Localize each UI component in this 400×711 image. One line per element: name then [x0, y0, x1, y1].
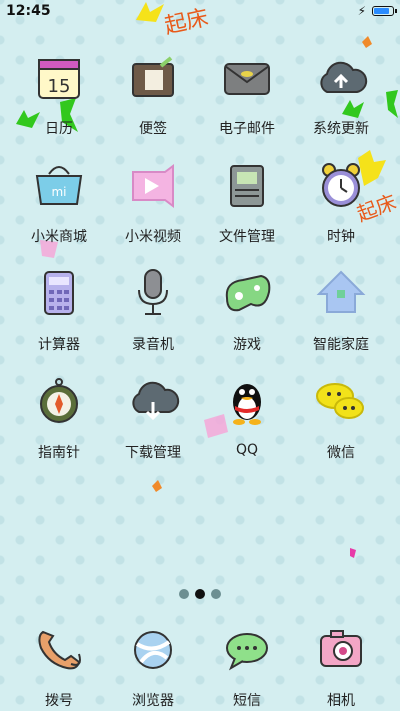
charging-icon: ⚡: [357, 4, 366, 18]
camera-icon: [320, 630, 362, 667]
app-label: 短信: [233, 693, 261, 709]
app-calculator[interactable]: 计算器: [12, 268, 106, 354]
page-dot-current[interactable]: [195, 589, 205, 599]
wallpaper-splash-orange: [152, 480, 162, 492]
calculator-icon: [44, 271, 74, 315]
browser-icon: [134, 631, 172, 669]
battery-icon: [372, 6, 397, 16]
calendar-icon: 15: [38, 59, 80, 99]
app-file-manager[interactable]: 文件管理: [200, 160, 294, 246]
app-label: 微信: [327, 445, 355, 461]
message-icon: [226, 633, 268, 671]
dock-messages[interactable]: 短信: [200, 624, 294, 710]
app-label: 拨号: [45, 693, 73, 709]
download-cloud-icon: [132, 381, 180, 421]
app-games[interactable]: 游戏: [200, 268, 294, 354]
app-label: 时钟: [327, 229, 355, 245]
calendar-date: 15: [48, 76, 71, 97]
smart-home-icon: [316, 270, 366, 313]
app-label: 便签: [139, 121, 167, 137]
notes-icon: [132, 56, 174, 97]
app-label: 系统更新: [313, 121, 369, 137]
shop-bag-icon: mi: [35, 166, 83, 205]
app-label: 浏览器: [132, 693, 174, 709]
status-time: 12:45: [6, 3, 51, 19]
wallpaper-splash-orange: [362, 36, 372, 48]
app-clock[interactable]: 时钟: [294, 160, 388, 246]
page-dot[interactable]: [211, 589, 221, 599]
phone-icon: [38, 630, 81, 670]
dock-phone[interactable]: 拨号: [12, 624, 106, 710]
app-qq[interactable]: QQ: [200, 376, 294, 458]
app-label: 游戏: [233, 337, 261, 353]
app-download-manager[interactable]: 下载管理: [106, 376, 200, 462]
app-label: 小米商城: [31, 229, 87, 245]
app-notes[interactable]: 便签: [106, 52, 200, 138]
app-label: 智能家庭: [313, 337, 369, 353]
wallpaper-splash-magenta: [350, 548, 356, 558]
email-icon: [224, 63, 270, 95]
wallpaper-splash-yellow: [136, 2, 164, 22]
app-label: 日历: [45, 121, 73, 137]
page-dot[interactable]: [179, 589, 189, 599]
app-compass[interactable]: 指南针: [12, 376, 106, 462]
wechat-icon: [316, 383, 364, 419]
gamepad-icon: [225, 274, 271, 312]
qq-penguin-icon: [233, 384, 261, 425]
app-calendar[interactable]: 15 日历: [12, 52, 106, 138]
app-smart-home[interactable]: 智能家庭: [294, 268, 388, 354]
app-label: 指南针: [38, 445, 80, 461]
alarm-clock-icon: [322, 163, 360, 207]
video-icon: [132, 164, 174, 208]
microphone-icon: [138, 269, 168, 315]
update-cloud-icon: [320, 61, 368, 93]
app-mi-store[interactable]: mi 小米商城: [12, 160, 106, 246]
page-indicator[interactable]: [0, 584, 400, 603]
app-label: 相机: [327, 693, 355, 709]
app-label: 计算器: [38, 337, 80, 353]
app-wechat[interactable]: 微信: [294, 376, 388, 462]
dock-browser[interactable]: 浏览器: [106, 624, 200, 710]
app-label: 文件管理: [219, 229, 275, 245]
app-label: 下载管理: [125, 445, 181, 461]
app-label: QQ: [235, 442, 259, 458]
app-email[interactable]: 电子邮件: [200, 52, 294, 138]
compass-icon: [40, 378, 78, 423]
svg-text:mi: mi: [51, 185, 66, 199]
app-label: 小米视频: [125, 229, 181, 245]
app-recorder[interactable]: 录音机: [106, 268, 200, 354]
dock-camera[interactable]: 相机: [294, 624, 388, 710]
app-system-update[interactable]: 系统更新: [294, 52, 388, 138]
app-label: 电子邮件: [219, 121, 275, 137]
app-label: 录音机: [132, 337, 174, 353]
file-manager-icon: [230, 165, 264, 207]
app-mi-video[interactable]: 小米视频: [106, 160, 200, 246]
